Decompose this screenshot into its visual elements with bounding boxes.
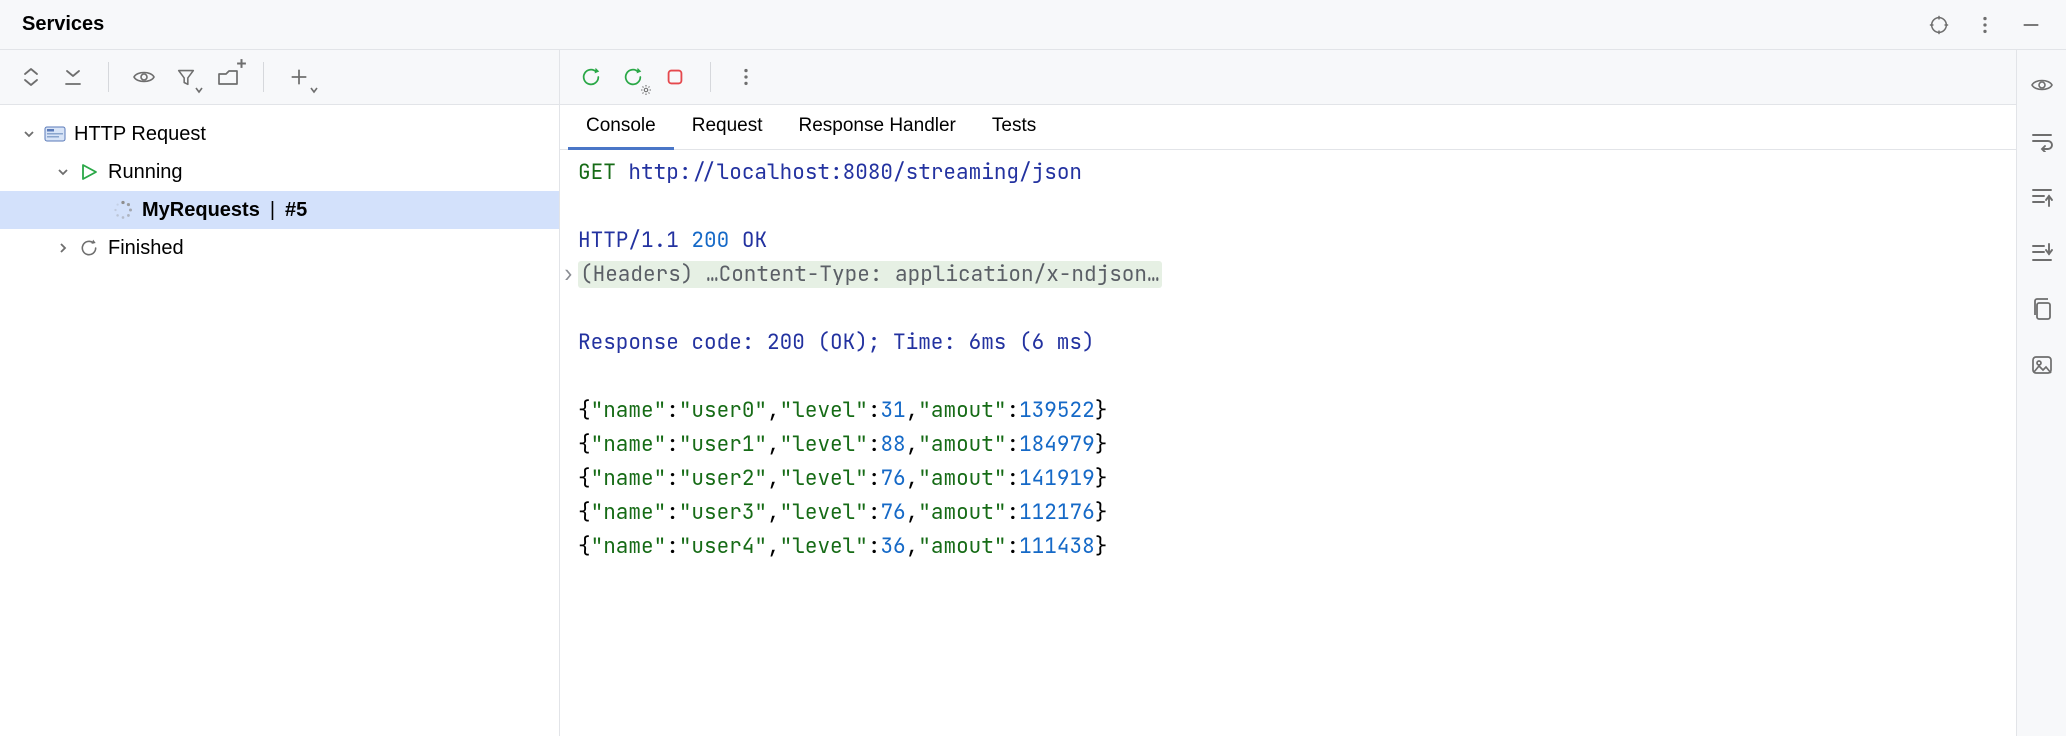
scroll-up-icon[interactable] bbox=[2025, 180, 2059, 214]
image-icon[interactable] bbox=[2025, 348, 2059, 382]
collapse-all-icon[interactable] bbox=[56, 60, 90, 94]
tree-node-label: HTTP Request bbox=[74, 123, 206, 146]
console-json-row: {"name":"user3","level":76,"amout":11217… bbox=[564, 496, 2006, 530]
console-status-line: HTTP/1.1 200 OK bbox=[564, 224, 2006, 258]
tree-node-finished[interactable]: Finished bbox=[0, 229, 559, 267]
console-summary-line: Response code: 200 (OK); Time: 6ms (6 ms… bbox=[564, 326, 2006, 360]
tab-request[interactable]: Request bbox=[674, 106, 781, 150]
tree-node-num: #5 bbox=[285, 199, 307, 222]
left-toolbar bbox=[0, 50, 559, 105]
spinner-icon bbox=[112, 199, 134, 221]
target-icon[interactable] bbox=[1922, 8, 1956, 42]
body: HTTP Request Running bbox=[0, 50, 2066, 736]
console-output[interactable]: GET http://localhost:8080/streaming/json… bbox=[560, 150, 2016, 736]
console-headers-fold[interactable]: ›(Headers) …Content-Type: application/x-… bbox=[564, 258, 2006, 292]
tab-console[interactable]: Console bbox=[568, 106, 674, 150]
chevron-right-icon bbox=[56, 242, 70, 254]
tabs: Console Request Response Handler Tests bbox=[560, 105, 2016, 150]
console-json-row: {"name":"user2","level":76,"amout":14191… bbox=[564, 462, 2006, 496]
tree-node-label: MyRequests bbox=[142, 199, 260, 222]
right-toolbar bbox=[560, 50, 2016, 105]
rerun-icon[interactable] bbox=[574, 60, 608, 94]
chevron-down-icon bbox=[56, 166, 70, 178]
left-panel: HTTP Request Running bbox=[0, 50, 560, 736]
console-json-row: {"name":"user0","level":31,"amout":13952… bbox=[564, 394, 2006, 428]
console-request-line: GET http://localhost:8080/streaming/json bbox=[564, 156, 2006, 190]
scroll-down-icon[interactable] bbox=[2025, 236, 2059, 270]
add-icon[interactable] bbox=[282, 60, 316, 94]
title-bar: Services bbox=[0, 0, 2066, 50]
copy-icon[interactable] bbox=[2025, 292, 2059, 326]
wrap-text-icon[interactable] bbox=[2025, 124, 2059, 158]
console-json-row: {"name":"user1","level":88,"amout":18497… bbox=[564, 428, 2006, 462]
eye-icon[interactable] bbox=[127, 60, 161, 94]
more-vertical-icon[interactable] bbox=[729, 60, 763, 94]
tree-node-divider: | bbox=[270, 199, 275, 222]
minimize-icon[interactable] bbox=[2014, 8, 2048, 42]
panel-title: Services bbox=[22, 13, 104, 36]
api-icon bbox=[44, 123, 66, 145]
tree-node-label: Finished bbox=[108, 237, 184, 260]
tab-tests[interactable]: Tests bbox=[974, 106, 1054, 150]
right-icon-bar bbox=[2016, 50, 2066, 736]
tree-node-label: Running bbox=[108, 161, 183, 184]
stop-icon[interactable] bbox=[658, 60, 692, 94]
tab-response-handler[interactable]: Response Handler bbox=[781, 106, 974, 150]
play-icon bbox=[78, 161, 100, 183]
chevron-down-icon bbox=[22, 128, 36, 140]
tree-node-myrequests[interactable]: MyRequests | #5 bbox=[0, 191, 559, 229]
more-vertical-icon[interactable] bbox=[1968, 8, 2002, 42]
new-tab-icon[interactable] bbox=[211, 60, 245, 94]
tree-node-http-request[interactable]: HTTP Request bbox=[0, 115, 559, 153]
console-json-row: {"name":"user4","level":36,"amout":11143… bbox=[564, 530, 2006, 564]
eye-icon[interactable] bbox=[2025, 68, 2059, 102]
tree: HTTP Request Running bbox=[0, 105, 559, 267]
filter-icon[interactable] bbox=[169, 60, 203, 94]
rerun-icon bbox=[78, 237, 100, 259]
tree-node-running[interactable]: Running bbox=[0, 153, 559, 191]
rerun-settings-icon[interactable] bbox=[616, 60, 650, 94]
expand-collapse-icon[interactable] bbox=[14, 60, 48, 94]
right-panel: Console Request Response Handler Tests G… bbox=[560, 50, 2016, 736]
